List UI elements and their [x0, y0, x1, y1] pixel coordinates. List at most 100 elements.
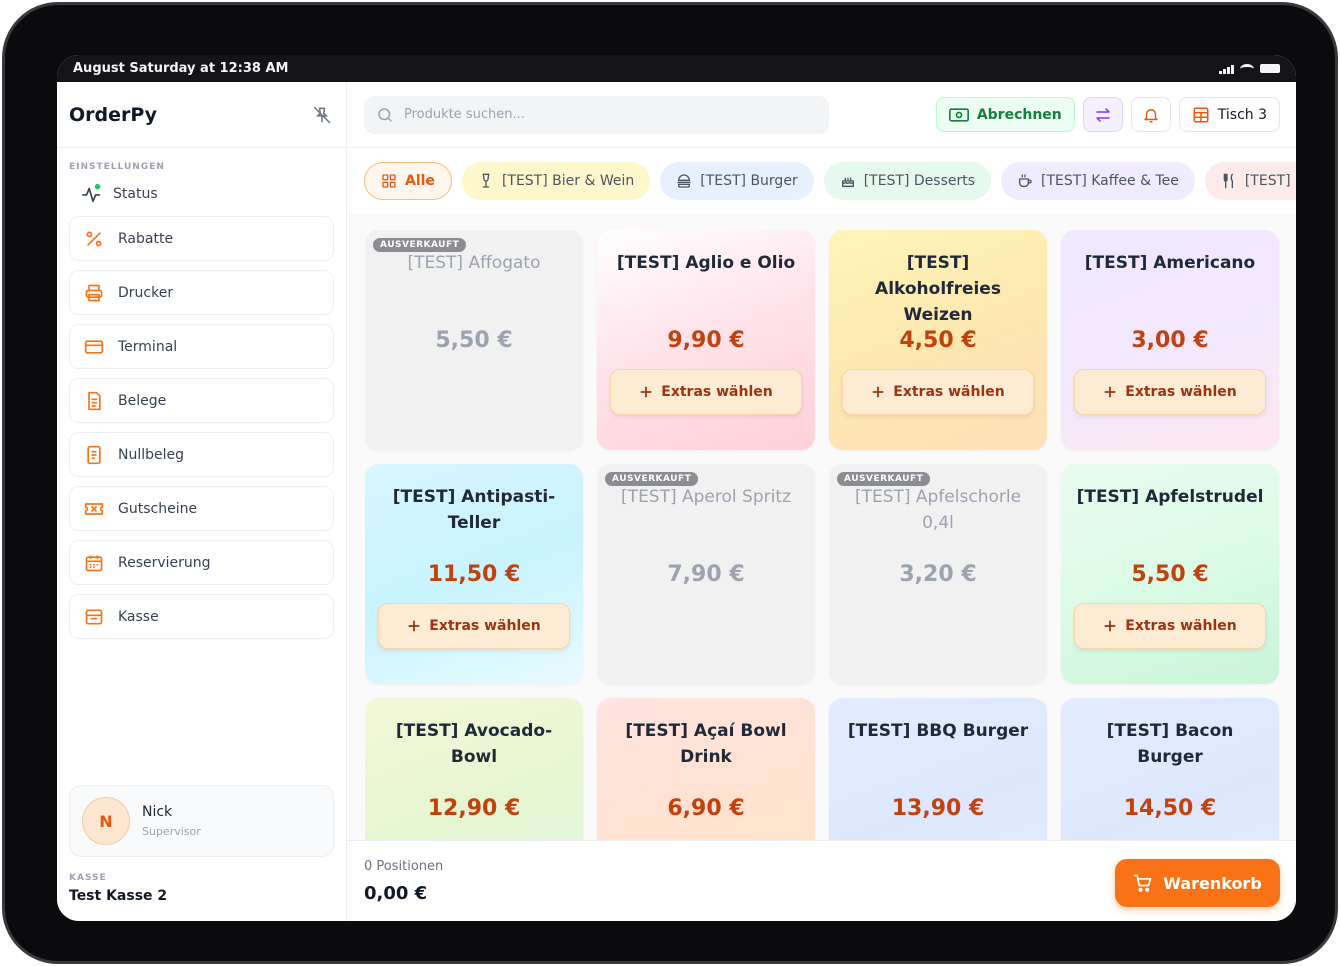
register-section-label: KASSE — [69, 873, 107, 883]
table-icon — [1193, 107, 1209, 122]
extras-button[interactable]: Extras wählen — [1074, 369, 1266, 415]
product-price: 3,00 € — [1131, 328, 1209, 353]
sidebar-item-gutscheine[interactable]: Gutscheine — [69, 486, 334, 531]
user-card[interactable]: N Nick Supervisor — [69, 785, 334, 857]
product-card-affogato: AUSVERKAUFT [TEST] Affogato 5,50 € — [365, 230, 583, 450]
product-card-alkoholfreies-weizen[interactable]: [TEST] Alkoholfreies Weizen 4,50 € Extra… — [829, 230, 1047, 450]
product-name: [TEST] Apfelschorle 0,4l — [854, 487, 1022, 533]
extras-button[interactable]: Extras wählen — [1074, 603, 1266, 649]
category-desserts[interactable]: [TEST] Desserts — [823, 162, 992, 200]
plus-icon — [1104, 620, 1116, 632]
product-card-acai-bowl-drink[interactable]: [TEST] Açaí Bowl Drink 6,90 € — [597, 698, 815, 840]
product-price: 7,90 € — [667, 562, 745, 587]
tablet-frame: August Saturday at 12:38 AM OrderPy EINS… — [2, 2, 1338, 964]
unpin-sidebar-button[interactable] — [310, 103, 334, 127]
notifications-button[interactable] — [1130, 97, 1171, 132]
product-card-antipasti-teller[interactable]: [TEST] Antipasti-Teller 11,50 € Extras w… — [365, 464, 583, 684]
sidebar-item-label: Kasse — [118, 608, 159, 625]
product-card-americano[interactable]: [TEST] Americano 3,00 € Extras wählen — [1061, 230, 1279, 450]
sidebar-item-terminal[interactable]: Terminal — [69, 324, 334, 369]
product-name: [TEST] Alkoholfreies Weizen — [875, 253, 1001, 325]
category-pasta[interactable]: [TEST] Pasta — [1204, 162, 1296, 200]
extras-label: Extras wählen — [1125, 384, 1237, 400]
card-icon — [84, 339, 104, 354]
user-name: Nick — [142, 804, 173, 820]
category-kaffee-tee[interactable]: [TEST] Kaffee & Tee — [1001, 162, 1195, 200]
sidebar-item-nullbeleg[interactable]: Nullbeleg — [69, 432, 334, 477]
extras-button[interactable]: Extras wählen — [842, 369, 1034, 415]
product-card-bbq-burger[interactable]: [TEST] BBQ Burger 13,90 € — [829, 698, 1047, 840]
product-name: [TEST] Aglio e Olio — [616, 253, 796, 273]
cash-icon — [948, 107, 969, 122]
product-card-aglio-e-olio[interactable]: [TEST] Aglio e Olio 9,90 € Extras wählen — [597, 230, 815, 450]
sidebar-item-kasse[interactable]: Kasse — [69, 594, 334, 639]
table-selector-button[interactable]: Tisch 3 — [1178, 97, 1280, 132]
sidebar-item-rabatte[interactable]: Rabatte — [69, 216, 334, 261]
user-info: Nick Supervisor — [142, 804, 201, 838]
product-name: [TEST] Açaí Bowl Drink — [625, 721, 787, 767]
sidebar: OrderPy EINSTELLUNGEN Status Rabatte Dru… — [57, 82, 347, 921]
product-price: 4,50 € — [899, 328, 977, 353]
toolbar-actions: Abrechnen Tisch 3 — [935, 97, 1280, 132]
category-bar: Alle [TEST] Bier & Wein [TEST] Burger [T… — [348, 148, 1296, 214]
sidebar-item-drucker[interactable]: Drucker — [69, 270, 334, 315]
category-label: [TEST] Burger — [700, 173, 798, 189]
product-card-apfelstrudel[interactable]: [TEST] Apfelstrudel 5,50 € Extras wählen — [1061, 464, 1279, 684]
plus-icon — [408, 620, 420, 632]
sidebar-item-label: Reservierung — [118, 554, 211, 571]
wifi-icon — [1240, 63, 1254, 74]
abrechnen-button[interactable]: Abrechnen — [935, 97, 1075, 132]
abrechnen-label: Abrechnen — [976, 106, 1062, 123]
printer-icon — [85, 284, 103, 301]
product-card-bacon-burger[interactable]: [TEST] Bacon Burger 14,50 € — [1061, 698, 1279, 840]
top-toolbar: Abrechnen Tisch 3 — [348, 82, 1296, 148]
avatar: N — [82, 797, 130, 845]
extras-label: Extras wählen — [1125, 618, 1237, 634]
percent-icon — [86, 231, 102, 246]
product-card-avocado-bowl[interactable]: [TEST] Avocado-Bowl 12,90 € — [365, 698, 583, 840]
product-price: 9,90 € — [667, 328, 745, 353]
grid-icon — [382, 174, 396, 188]
wine-icon — [482, 173, 490, 188]
status-time: August Saturday at 12:38 AM — [73, 61, 289, 76]
sidebar-item-status[interactable]: Status — [57, 172, 346, 216]
plus-icon — [1104, 386, 1116, 398]
search-box[interactable] — [364, 95, 829, 134]
category-burger[interactable]: [TEST] Burger — [660, 162, 814, 200]
coffee-icon — [1019, 174, 1032, 187]
sidebar-item-reservierung[interactable]: Reservierung — [69, 540, 334, 585]
extras-label: Extras wählen — [661, 384, 773, 400]
search-input[interactable] — [404, 107, 804, 122]
sidebar-item-label: Status — [113, 186, 158, 202]
system-indicators — [1219, 63, 1280, 74]
plus-icon — [872, 386, 884, 398]
pin-off-icon — [313, 106, 331, 123]
sidebar-item-label: Gutscheine — [118, 500, 198, 517]
extras-label: Extras wählen — [429, 618, 541, 634]
cart-label: Warenkorb — [1163, 873, 1262, 893]
app-logo: OrderPy — [69, 103, 158, 126]
battery-icon — [1260, 64, 1280, 73]
cart-button[interactable]: Warenkorb — [1115, 859, 1280, 907]
extras-button[interactable]: Extras wählen — [610, 369, 802, 415]
extras-button[interactable]: Extras wählen — [378, 603, 570, 649]
sidebar-item-belege[interactable]: Belege — [69, 378, 334, 423]
position-count: 0 Positionen — [364, 859, 444, 874]
transfer-button[interactable] — [1082, 97, 1123, 132]
product-price: 13,90 € — [891, 796, 985, 821]
soldout-badge: AUSVERKAUFT — [373, 238, 467, 252]
product-price: 5,50 € — [435, 328, 513, 353]
product-name: [TEST] Antipasti-Teller — [392, 487, 556, 533]
product-name: [TEST] BBQ Burger — [847, 721, 1029, 741]
sidebar-item-label: Drucker — [118, 284, 174, 301]
document-icon — [87, 445, 101, 464]
burger-icon — [677, 174, 691, 188]
utensils-icon — [1223, 173, 1233, 189]
category-alle[interactable]: Alle — [364, 162, 452, 200]
product-name: [TEST] Apfelstrudel — [1076, 487, 1264, 507]
signal-icon — [1219, 64, 1234, 74]
main-content: Abrechnen Tisch 3 — [348, 82, 1296, 921]
receipt-icon — [88, 391, 101, 410]
settings-section-label: EINSTELLUNGEN — [69, 162, 165, 172]
category-bier-wein[interactable]: [TEST] Bier & Wein — [461, 162, 651, 200]
